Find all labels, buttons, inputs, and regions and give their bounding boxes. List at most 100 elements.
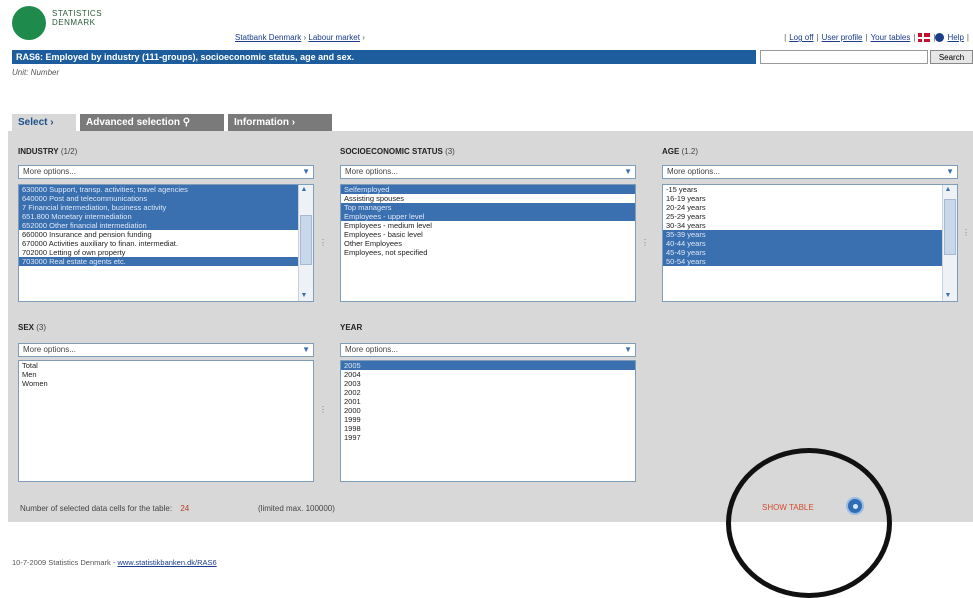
help-link[interactable]: Help (947, 33, 963, 42)
search-input[interactable] (760, 50, 928, 64)
logo-line-1: STATISTICS (52, 9, 103, 18)
socio-more-options[interactable]: More options... ▼ (340, 165, 636, 179)
industry-more-options[interactable]: More options... ▼ (18, 165, 314, 179)
list-item[interactable]: Total (19, 361, 313, 370)
list-item[interactable]: 45-49 years (663, 248, 957, 257)
list-item[interactable]: 20-24 years (663, 203, 957, 212)
industry-list: 630000 Support, transp. activities; trav… (19, 185, 313, 266)
socio-title: SOCIOECONOMIC STATUS (340, 147, 443, 156)
list-item[interactable]: 2001 (341, 397, 635, 406)
age-scrollbar[interactable]: ▲ ▼ (942, 185, 957, 301)
year-listbox[interactable]: 2005 2004 2003 2002 2001 2000 1999 1998 1997 (340, 360, 636, 482)
selected-cells-info: Number of selected data cells for the ta… (20, 504, 189, 513)
tab-advanced-label: Advanced selection (86, 117, 180, 128)
tab-select[interactable]: Select › (12, 114, 76, 131)
list-item[interactable]: 630000 Support, transp. activities; trav… (19, 185, 313, 194)
list-item[interactable]: 702000 Letting of own property (19, 248, 313, 257)
limit-info: (limited max. 100000) (258, 504, 335, 513)
list-item[interactable]: 35-39 years (663, 230, 957, 239)
list-item[interactable]: 652000 Other financial intermediation (19, 221, 313, 230)
list-item[interactable]: 7 Financial intermediation, business act… (19, 203, 313, 212)
list-item[interactable]: Women (19, 379, 313, 388)
list-item[interactable]: 651.800 Monetary intermediation (19, 212, 313, 221)
age-listbox[interactable]: -15 years 16-19 years 20-24 years 25-29 yea… (662, 184, 958, 302)
sex-title: SEX (18, 323, 35, 332)
scroll-thumb[interactable] (944, 199, 956, 255)
industry-listbox[interactable]: 630000 Support, transp. activities; trav… (18, 184, 314, 302)
list-item[interactable]: 30-34 years (663, 221, 957, 230)
resize-handle-icon[interactable]: ⋮ (319, 405, 327, 414)
scroll-up-icon[interactable]: ▲ (300, 186, 308, 194)
industry-count: (1/2) (60, 147, 78, 156)
industry-label: INDUSTRY (1/2) (18, 147, 77, 156)
list-item[interactable]: 1998 (341, 424, 635, 433)
sex-listbox[interactable]: Total Men Women (18, 360, 314, 482)
list-item[interactable]: 640000 Post and telecommunications (19, 194, 313, 203)
list-item[interactable]: 2002 (341, 388, 635, 397)
socio-label: SOCIOECONOMIC STATUS (3) (340, 147, 455, 156)
chevron-down-icon: ▼ (302, 345, 310, 354)
chevron-down-icon: ▼ (302, 167, 310, 176)
user-profile-link[interactable]: User profile (822, 33, 863, 42)
breadcrumb-section-link[interactable]: Labour market (308, 33, 360, 42)
scroll-up-icon[interactable]: ▲ (944, 186, 952, 194)
scroll-down-icon[interactable]: ▼ (944, 292, 952, 300)
list-item[interactable]: 670000 Activities auxiliary to finan. in… (19, 239, 313, 248)
list-item[interactable]: 16-19 years (663, 194, 957, 203)
industry-more-options-label: More options... (23, 167, 76, 176)
list-item[interactable]: Other Employees (341, 239, 635, 248)
year-more-options-label: More options... (345, 345, 398, 354)
list-item[interactable]: Employees - medium level (341, 221, 635, 230)
age-more-options[interactable]: More options... ▼ (662, 165, 958, 179)
tab-information[interactable]: Information › (228, 114, 332, 131)
list-item[interactable]: 660000 Insurance and pension funding (19, 230, 313, 239)
statistics-denmark-logo[interactable] (12, 6, 46, 40)
list-item[interactable]: 25-29 years (663, 212, 957, 221)
list-item[interactable]: 2000 (341, 406, 635, 415)
list-item[interactable]: 1997 (341, 433, 635, 442)
selected-cells-count: 24 (180, 504, 190, 513)
list-item[interactable]: Employees - basic level (341, 230, 635, 239)
list-item[interactable]: Assisting spouses (341, 194, 635, 203)
sex-label: SEX (3) (18, 323, 46, 332)
age-label: AGE (1.2) (662, 147, 698, 156)
your-tables-link[interactable]: Your tables (871, 33, 911, 42)
resize-handle-icon[interactable]: ⋮ (962, 228, 970, 237)
chevron-down-icon: ▼ (624, 345, 632, 354)
socio-listbox[interactable]: Selfemployed Assisting spouses Top manager… (340, 184, 636, 302)
resize-handle-icon[interactable]: ⋮ (641, 238, 649, 247)
industry-scrollbar[interactable]: ▲ ▼ (298, 185, 313, 301)
list-item[interactable]: 2004 (341, 370, 635, 379)
year-label: YEAR (340, 323, 362, 332)
list-item[interactable]: Employees - upper level (341, 212, 635, 221)
resize-handle-icon[interactable]: ⋮ (319, 238, 327, 247)
scroll-down-icon[interactable]: ▼ (300, 292, 308, 300)
scroll-thumb[interactable] (300, 215, 312, 265)
search-button[interactable]: Search (930, 50, 973, 64)
list-item[interactable]: 2003 (341, 379, 635, 388)
list-item[interactable]: Employees, not specified (341, 248, 635, 257)
list-item[interactable]: Selfemployed (341, 185, 635, 194)
socio-count: (3) (445, 147, 455, 156)
list-item[interactable]: 2005 (341, 361, 635, 370)
chevron-down-icon: ▼ (946, 167, 954, 176)
list-item[interactable]: 703000 Real estate agents etc. (19, 257, 313, 266)
list-item[interactable]: Men (19, 370, 313, 379)
list-item[interactable]: 40-44 years (663, 239, 957, 248)
list-item[interactable]: Top managers (341, 203, 635, 212)
sex-count: (3) (36, 323, 47, 332)
danish-flag-icon[interactable] (918, 33, 931, 43)
list-item[interactable]: 50-54 years (663, 257, 957, 266)
annotation-circle (726, 448, 892, 598)
list-item[interactable]: -15 years (663, 185, 957, 194)
help-icon[interactable] (935, 33, 945, 43)
logo-line-2: DENMARK (52, 18, 96, 27)
year-more-options[interactable]: More options... ▼ (340, 343, 636, 357)
logoff-link[interactable]: Log off (789, 33, 813, 42)
list-item[interactable]: 1999 (341, 415, 635, 424)
age-more-options-label: More options... (667, 167, 720, 176)
tab-advanced-selection[interactable]: Advanced selection ⚲ (80, 114, 224, 131)
breadcrumb-home-link[interactable]: Statbank Denmark (235, 33, 301, 42)
sex-more-options[interactable]: More options... ▼ (18, 343, 314, 357)
age-count: (1.2) (681, 147, 699, 156)
